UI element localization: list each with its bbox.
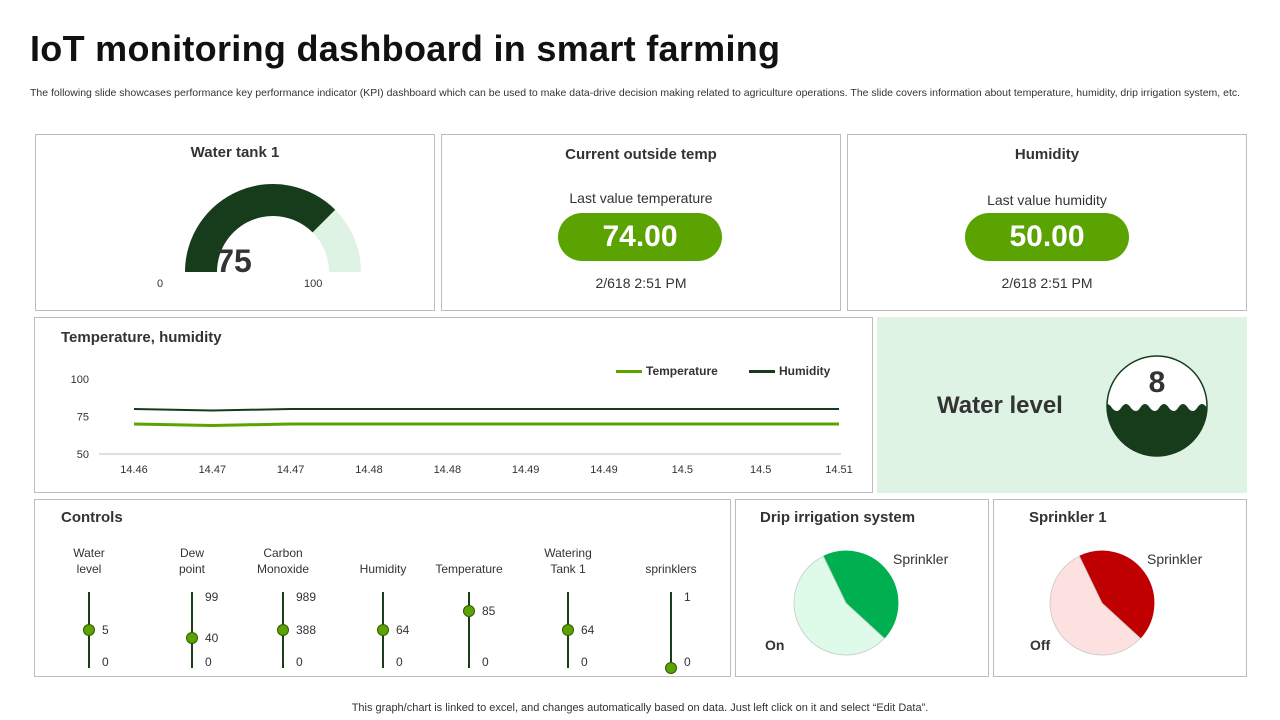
control-label: Humidity <box>338 545 428 577</box>
humidity-caption: Last value humidity <box>987 192 1107 208</box>
control-slider-knob[interactable] <box>377 624 389 636</box>
y-tick-label: 75 <box>77 412 89 424</box>
water-tank-gauge <box>185 183 361 272</box>
control-label-line: sprinklers <box>645 562 697 576</box>
drip-panel: Drip irrigation system Sprinkler On <box>735 499 989 677</box>
series-line-humidity <box>133 408 839 412</box>
control-min-value: 0 <box>581 655 588 669</box>
humidity-timestamp: 2/618 2:51 PM <box>1001 275 1093 291</box>
trend-chart: 50 75 100 14.46 14.47 14.47 14.48 14.48 14.49 14.… <box>71 374 853 476</box>
control-label-line: Humidity <box>359 562 407 576</box>
footer-note: This graph/chart is linked to excel, and… <box>351 702 929 714</box>
control-max-value: 1 <box>684 590 691 604</box>
control-label-line: point <box>178 562 206 576</box>
page-subtitle: The following slide showcases performanc… <box>30 87 1241 99</box>
control-label: Dew point <box>147 545 237 577</box>
control-label: sprinklers <box>626 545 716 577</box>
outside-temp-caption: Last value temperature <box>569 190 713 206</box>
control-label-line: Monoxide <box>256 562 310 576</box>
control-value-value: 388 <box>296 623 317 637</box>
control-slider-track[interactable] <box>670 592 672 668</box>
outside-temp-timestamp: 2/618 2:51 PM <box>595 275 687 291</box>
control-slider-knob[interactable] <box>186 631 198 644</box>
x-tick-label: 14.49 <box>590 464 618 476</box>
control-slider-knob[interactable] <box>83 624 95 636</box>
control-slider-track[interactable] <box>468 592 470 668</box>
x-tick-label: 14.46 <box>120 464 148 476</box>
controls-title: Controls <box>61 509 123 526</box>
water-level-value: 8 <box>1148 366 1166 399</box>
control-value-value: 64 <box>396 623 410 637</box>
control-label: Water level <box>44 545 134 577</box>
x-tick-label: 14.47 <box>277 464 305 476</box>
control-value-value: 85 <box>482 604 496 618</box>
control-label-line: level <box>76 562 102 576</box>
control-slider-knob[interactable] <box>665 662 677 674</box>
control-slider-knob[interactable] <box>562 624 574 636</box>
x-tick-label: 14.5 <box>672 464 693 476</box>
control-label-line: Water <box>73 546 105 560</box>
control-min-value: 0 <box>482 655 489 669</box>
control-label-line <box>338 545 428 561</box>
page-title: IoT monitoring dashboard in smart farmin… <box>30 28 781 69</box>
humidity-panel: Humidity Last value humidity 50.00 2/618… <box>847 134 1247 311</box>
control-value-value: 64 <box>581 623 595 637</box>
controls-panel: Controls Water level 5 0 Dew point 99 40 0 Carbon… <box>34 499 731 677</box>
control-label-line <box>424 545 514 561</box>
gauge-max-label: 100 <box>304 278 323 290</box>
control-min-value: 0 <box>102 655 109 669</box>
outside-temp-title: Current outside temp <box>565 146 717 163</box>
sprinkler-panel: Sprinkler 1 Sprinkler Off <box>993 499 1247 677</box>
x-tick-label: 14.47 <box>199 464 227 476</box>
x-tick-label: 14.48 <box>355 464 383 476</box>
x-tick-label: 14.48 <box>434 464 462 476</box>
water-level-panel: Water level 8 <box>877 317 1247 493</box>
control-label: Temperature <box>424 545 514 577</box>
control-label-line: Watering <box>544 546 592 560</box>
control-slider-knob[interactable] <box>463 605 475 617</box>
drip-slice-label: Sprinkler <box>893 551 949 567</box>
control-label: Watering Tank 1 <box>523 545 613 577</box>
control-label-line: Tank 1 <box>550 562 586 576</box>
gauge-min-label: 0 <box>157 278 164 290</box>
control-label: Carbon Monoxide <box>238 545 328 577</box>
outside-temp-value: 74.00 <box>558 213 722 261</box>
y-tick-label: 100 <box>71 374 89 386</box>
humidity-title: Humidity <box>1014 146 1080 163</box>
control-value-value: 5 <box>102 623 109 637</box>
water-level-indicator <box>1106 355 1208 457</box>
control-min-value: 0 <box>205 655 212 669</box>
trend-panel: Temperature, humidity Temperature Humidi… <box>34 317 873 493</box>
control-slider-track[interactable] <box>191 592 193 668</box>
control-label-line: Temperature <box>435 562 503 576</box>
water-tank-value: 75 <box>216 243 252 279</box>
sprinkler-state-label: Off <box>1030 637 1051 653</box>
x-tick-label: 14.5 <box>750 464 771 476</box>
drip-state-label: On <box>765 637 785 653</box>
x-tick-label: 14.51 <box>825 464 853 476</box>
control-label-line: Carbon <box>263 546 303 560</box>
outside-temp-panel: Current outside temp Last value temperat… <box>441 134 841 311</box>
control-max-value: 989 <box>296 590 317 604</box>
control-slider-knob[interactable] <box>277 624 289 636</box>
control-label-line <box>626 545 716 561</box>
sprinkler-slice-label: Sprinkler <box>1147 551 1203 567</box>
control-value-value: 40 <box>205 630 219 645</box>
y-tick-label: 50 <box>77 449 89 461</box>
control-min-value: 0 <box>296 655 303 669</box>
control-label-line: Dew <box>179 546 204 560</box>
control-max-value: 99 <box>205 590 219 604</box>
control-min-value: 0 <box>396 655 403 669</box>
x-tick-label: 14.49 <box>512 464 540 476</box>
humidity-value: 50.00 <box>965 213 1129 261</box>
water-tank-panel: Water tank 1 75 0 100 <box>35 134 435 311</box>
series-line-temperature <box>133 422 839 428</box>
control-min-value: 0 <box>684 655 691 669</box>
